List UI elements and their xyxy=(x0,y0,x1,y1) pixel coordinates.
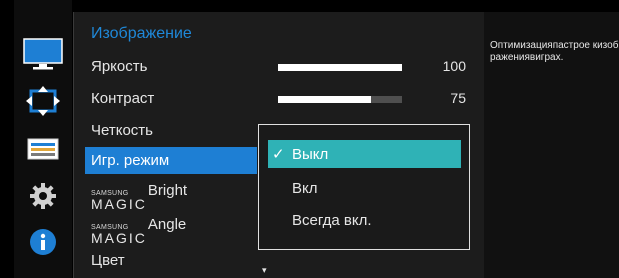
bright-text: Bright xyxy=(147,182,188,199)
sidebar-item-information[interactable] xyxy=(14,228,72,261)
sidebar-item-system[interactable] xyxy=(14,182,72,215)
checkmark-icon: ✓ xyxy=(272,146,285,163)
option-on[interactable]: Вкл xyxy=(268,174,461,202)
menu-item-magic-bright[interactable]: SAMSUNG MAGIC Bright xyxy=(91,182,187,211)
help-panel: Оптимизацияпастрое кизображениявиграх. xyxy=(484,12,619,278)
help-text: Оптимизацияпастрое кизображениявиграх. xyxy=(490,40,619,63)
screen-resize-icon xyxy=(26,86,60,121)
scroll-down-arrow-icon[interactable]: ▾ xyxy=(262,265,267,276)
magic-text: MAGIC xyxy=(91,230,147,246)
brightness-slider-fill xyxy=(278,64,402,71)
brightness-value: 100 xyxy=(442,58,466,74)
menu-item-contrast[interactable]: Контраст xyxy=(91,90,154,107)
option-always-on-label: Всегда вкл. xyxy=(292,211,372,229)
menu-item-color[interactable]: Цвет xyxy=(91,252,125,269)
menu-item-magic-angle[interactable]: SAMSUNG MAGIC Angle xyxy=(91,216,186,245)
sidebar-item-picture[interactable] xyxy=(14,38,72,77)
monitor-icon xyxy=(23,38,63,77)
option-on-label: Вкл xyxy=(292,179,318,197)
option-always-on[interactable]: Всегда вкл. xyxy=(268,206,461,234)
option-off-label: Выкл xyxy=(292,145,329,163)
magic-text: MAGIC xyxy=(91,196,147,212)
contrast-slider-fill xyxy=(278,96,371,103)
info-icon xyxy=(29,228,57,261)
game-mode-label: Игр. режим xyxy=(91,152,170,169)
menu-item-game-mode[interactable]: Игр. режим xyxy=(85,147,257,174)
option-off[interactable]: ✓ Выкл xyxy=(268,140,461,168)
sidebar-item-pip[interactable] xyxy=(14,138,72,165)
sidebar-item-screen[interactable] xyxy=(14,86,72,121)
osd-screen: Изображение Яркость 100 Контраст 75 Четк… xyxy=(0,0,619,278)
game-mode-dropdown: ✓ Выкл Вкл Всегда вкл. xyxy=(258,124,470,250)
category-sidebar xyxy=(14,0,72,278)
contrast-value: 75 xyxy=(450,90,466,106)
pip-layout-icon xyxy=(27,138,59,165)
brightness-slider[interactable] xyxy=(278,64,402,71)
gear-icon xyxy=(29,182,57,215)
menu-title: Изображение xyxy=(91,25,192,42)
menu-item-sharpness[interactable]: Четкость xyxy=(91,122,153,139)
magic-bright-label: SAMSUNG MAGIC Bright xyxy=(91,182,187,211)
magic-angle-label: SAMSUNG MAGIC Angle xyxy=(91,216,186,245)
contrast-slider[interactable] xyxy=(278,96,402,103)
angle-text: Angle xyxy=(147,216,187,233)
menu-item-brightness[interactable]: Яркость xyxy=(91,58,147,75)
